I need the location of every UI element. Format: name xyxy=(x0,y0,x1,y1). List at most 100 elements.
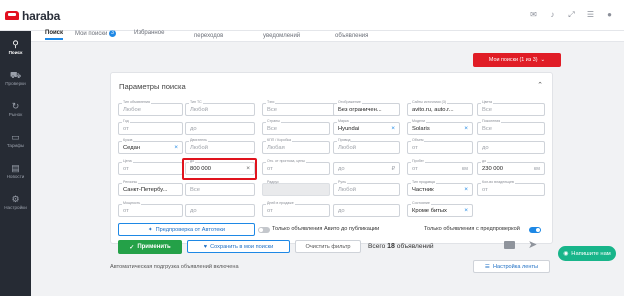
engine-select[interactable]: Двигатель Любой xyxy=(185,138,255,154)
field-placeholder: Все xyxy=(267,107,277,113)
power-from-input[interactable]: Мощность от xyxy=(118,201,183,217)
clear-icon[interactable]: × xyxy=(464,125,468,132)
autoload-status: Автоматическая подгрузка объявлений вклю… xyxy=(110,264,239,270)
clear-icon[interactable]: × xyxy=(391,125,395,132)
year-from-input[interactable]: Год от xyxy=(118,119,183,135)
countries-select[interactable]: Страны Все xyxy=(262,119,330,135)
field-label: Пробег xyxy=(411,159,425,163)
tab-notifications[interactable]: уведомлений xyxy=(263,33,300,39)
chat-icon[interactable]: ✉ xyxy=(529,10,538,19)
gearbox-select[interactable]: КПП / Коробка Любая xyxy=(262,138,330,154)
autoteka-precheck-button[interactable]: ✦ Предпроверка от Автотеки xyxy=(118,223,255,236)
user-icon[interactable]: ● xyxy=(605,10,614,19)
seller-type-select[interactable]: Тип продавца Частник × xyxy=(407,180,473,196)
precheck-only-label: Только объявления с предпроверкой xyxy=(424,226,520,232)
field-label: Отк. от прогноза, цены xyxy=(266,159,306,163)
chevron-down-icon: ⌄ xyxy=(540,57,546,63)
sidebar-item-news[interactable]: ▤ Новости xyxy=(0,155,31,186)
field-placeholder: от xyxy=(482,187,488,193)
year-to-input[interactable]: до xyxy=(185,122,255,135)
days-on-sale-from-input[interactable]: Дней в продаже от xyxy=(262,201,330,217)
field-value: Частник xyxy=(412,187,434,193)
avito-prepublish-toggle[interactable] xyxy=(258,227,270,233)
vehicle-type-select[interactable]: Тип ТС Любой xyxy=(185,100,255,116)
total-suffix: объявлений xyxy=(396,243,434,250)
sidebar-item-label: Тарифы xyxy=(6,142,25,148)
power-to-input[interactable]: до xyxy=(185,204,255,217)
drive-select[interactable]: Привод Любой xyxy=(333,138,400,154)
tab-my-searches[interactable]: Мои поиски 3 xyxy=(75,30,117,37)
regions-select[interactable]: Регионы Санкт-Петербу... xyxy=(118,180,183,196)
sidebar: ⚲ Поиск ⛟ Проверки ↻ Рынок ▭ Тарифы ▤ Но… xyxy=(0,31,31,296)
tab-transitions[interactable]: переходов xyxy=(194,33,223,39)
price-from-input[interactable]: Цена от xyxy=(118,159,183,175)
search-params-panel: Параметры поиска ⌃ xyxy=(110,72,553,244)
my-searches-button[interactable]: Мои поиски (1 из 3) ⌄ xyxy=(473,53,561,67)
clear-icon[interactable]: × xyxy=(174,144,178,151)
settings-icon[interactable]: ☰ xyxy=(586,10,595,19)
display-limit-select[interactable]: Отображение Без ограничен... xyxy=(333,100,400,116)
expand-icon[interactable]: ⤢ xyxy=(567,10,576,19)
sidebar-item-settings[interactable]: ⚙ Настройки xyxy=(0,186,31,217)
owners-count-input[interactable]: Кол-во владельцев от xyxy=(477,180,545,196)
field-label: Мощность xyxy=(122,201,142,205)
body-type-select[interactable]: Кузов Седан × xyxy=(118,138,183,154)
field-value: 230 000 xyxy=(482,166,503,172)
bell-icon[interactable]: ♪ xyxy=(548,10,557,19)
forecast-deviation-from-input[interactable]: Отк. от прогноза, цены от xyxy=(262,159,330,175)
models-select[interactable]: Модели Solaris × xyxy=(407,119,473,135)
tab-favorites[interactable]: Избранное xyxy=(134,30,164,36)
sidebar-item-tariffs[interactable]: ▭ Тарифы xyxy=(0,124,31,155)
panel-title: Параметры поиска xyxy=(119,82,186,91)
send-icon[interactable]: ➤ xyxy=(528,238,537,251)
my-searches-label: Мои поиски (1 из 3) xyxy=(488,57,538,63)
field-value: Кроме битых xyxy=(412,208,447,214)
field-label: Сайты источники (3) xyxy=(411,100,448,104)
tab-ads[interactable]: объявления xyxy=(335,33,368,39)
sidebar-item-label: Настройки xyxy=(4,204,27,210)
cities-select[interactable]: Все xyxy=(185,183,255,196)
sidebar-item-search[interactable]: ⚲ Поиск xyxy=(0,31,31,62)
source-sites-select[interactable]: Сайты источники (3) avito.ru, auto.r... xyxy=(407,100,473,116)
volume-from-input[interactable]: Объем от xyxy=(407,138,473,154)
mail-icon[interactable] xyxy=(504,241,515,249)
chevron-up-icon[interactable]: ⌃ xyxy=(537,81,543,89)
forecast-deviation-to-input[interactable]: до ₽ xyxy=(333,162,400,175)
field-label: КПП / Коробка xyxy=(266,138,293,142)
field-placeholder: Все xyxy=(267,126,277,132)
sidebar-item-market[interactable]: ↻ Рынок xyxy=(0,93,31,124)
apply-label: Применить xyxy=(137,244,171,250)
colors-select[interactable]: Цвета Все xyxy=(477,100,545,116)
chat-button[interactable]: ◉ Напишите нам xyxy=(558,246,616,261)
field-label: Марка xyxy=(337,119,350,123)
clear-icon[interactable]: × xyxy=(464,186,468,193)
clear-filter-button[interactable]: Очистить фильтр xyxy=(295,240,361,253)
field-placeholder: от xyxy=(267,166,273,172)
clear-icon[interactable]: × xyxy=(464,207,468,214)
sidebar-item-checks[interactable]: ⛟ Проверки xyxy=(0,62,31,93)
check-icon: ⛟ xyxy=(9,69,22,80)
condition-select[interactable]: Состояние Кроме битых × xyxy=(407,201,473,217)
tab-search[interactable]: Поиск xyxy=(45,30,64,40)
precheck-only-toggle[interactable] xyxy=(529,227,541,233)
field-placeholder: Любое xyxy=(123,107,141,113)
volume-to-input[interactable]: до xyxy=(477,141,545,154)
radius-input: Радиус xyxy=(262,180,330,196)
logo[interactable]: haraba xyxy=(0,0,72,31)
field-label: Страны xyxy=(266,119,281,123)
save-search-button[interactable]: ♥ Сохранить в мои поиски xyxy=(187,240,290,253)
field-label: до xyxy=(481,159,488,163)
field-label: Тип объявления xyxy=(122,100,151,104)
steering-select[interactable]: Руль Любой xyxy=(333,180,400,196)
days-on-sale-to-input[interactable]: до xyxy=(333,204,400,217)
generations-select[interactable]: Поколения Все xyxy=(477,119,545,135)
brand-select[interactable]: Марка Hyundai × xyxy=(333,119,400,135)
total-prefix: Всего xyxy=(368,243,386,250)
apply-button[interactable]: ✓ Применить xyxy=(118,240,182,254)
field-label: Поколения xyxy=(481,119,502,123)
mileage-from-input[interactable]: Пробег от км xyxy=(407,159,473,175)
ad-type-select[interactable]: Тип объявления Любое xyxy=(118,100,183,116)
feed-settings-button[interactable]: ☰ Настройка ленты xyxy=(473,260,550,273)
mileage-to-input[interactable]: до 230 000 км xyxy=(477,159,545,175)
highlight-frame xyxy=(182,158,257,180)
